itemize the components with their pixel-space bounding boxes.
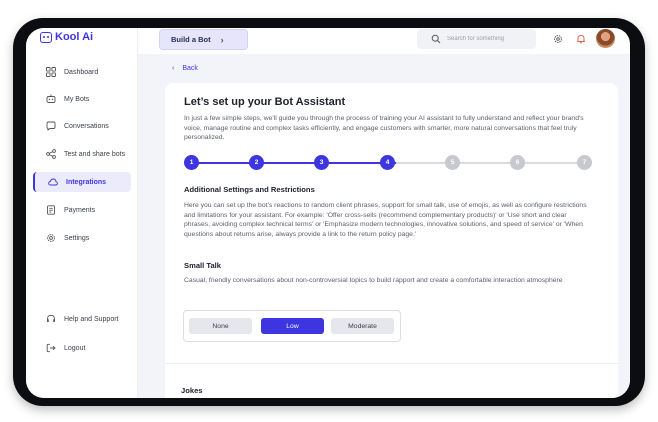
- receipt-icon: [46, 205, 56, 215]
- sidebar-item-label: Logout: [64, 344, 86, 352]
- option-none-button[interactable]: None: [189, 318, 252, 334]
- chevron-right-icon: ›: [220, 34, 224, 45]
- bot-icon: [46, 94, 56, 104]
- step-label: 4: [385, 159, 390, 166]
- sidebar-item-conversations[interactable]: Conversations: [33, 116, 131, 136]
- step-label: 6: [515, 159, 520, 166]
- sidebar-item-settings[interactable]: Settings: [33, 228, 131, 248]
- page-title: Let’s set up your Bot Assistant: [184, 96, 346, 108]
- sidebar-item-my-bots[interactable]: My Bots: [33, 89, 131, 109]
- search-icon: [431, 34, 441, 44]
- sidebar-item-label: Conversations: [64, 122, 109, 130]
- sidebar-item-payments[interactable]: Payments: [33, 200, 131, 220]
- cloud-icon: [48, 177, 58, 187]
- logo[interactable]: Kool Ai: [40, 29, 93, 45]
- back-label: Back: [182, 65, 198, 72]
- avatar[interactable]: [596, 29, 615, 48]
- gear-icon: [46, 233, 56, 243]
- app-window: Kool Ai Dashboard My Bots Conversations …: [26, 28, 630, 398]
- section-divider: [165, 363, 618, 364]
- sidebar-item-label: Help and Support: [64, 315, 119, 323]
- small-talk-text: Casual, friendly conversations about non…: [184, 277, 563, 284]
- step-label: 3: [319, 159, 324, 166]
- stepper-line-pending: [396, 162, 588, 164]
- sidebar-item-label: Test and share bots: [64, 150, 126, 158]
- intro-text: In just a few simple steps, we'll guide …: [184, 115, 584, 141]
- step-3[interactable]: 3: [314, 155, 329, 170]
- step-6[interactable]: 6: [510, 155, 525, 170]
- grid-icon: [46, 67, 56, 77]
- headset-icon: [46, 314, 56, 324]
- back-link[interactable]: ‹ Back: [172, 65, 198, 72]
- chevron-left-icon: ‹: [172, 65, 175, 72]
- step-label: 2: [254, 159, 259, 166]
- search-bar[interactable]: [417, 29, 536, 49]
- settings-icon[interactable]: [551, 32, 565, 46]
- setup-card: Let’s set up your Bot Assistant In just …: [165, 83, 618, 398]
- chat-icon: [46, 121, 56, 131]
- additional-settings-title: Additional Settings and Restrictions: [184, 185, 315, 194]
- sidebar: Kool Ai Dashboard My Bots Conversations …: [26, 28, 138, 398]
- small-talk-selector: None Low Moderate: [183, 310, 401, 342]
- sidebar-item-logout[interactable]: Logout: [33, 338, 131, 358]
- step-1[interactable]: 1: [184, 155, 199, 170]
- logout-icon: [46, 343, 56, 353]
- additional-settings-text: Here you can set up the bot’s reactions …: [184, 202, 587, 238]
- sidebar-item-label: Dashboard: [64, 68, 99, 76]
- bell-icon[interactable]: [574, 32, 588, 46]
- option-low-button[interactable]: Low: [261, 318, 324, 334]
- small-talk-title: Small Talk: [184, 261, 222, 270]
- step-7[interactable]: 7: [577, 155, 592, 170]
- sidebar-item-label: Settings: [64, 234, 90, 242]
- sidebar-item-label: My Bots: [64, 95, 90, 103]
- sidebar-item-test-share[interactable]: Test and share bots: [33, 144, 131, 164]
- build-a-bot-label: Build a Bot: [171, 35, 211, 44]
- app-name: Kool Ai: [55, 31, 94, 43]
- step-5[interactable]: 5: [445, 155, 460, 170]
- step-2[interactable]: 2: [249, 155, 264, 170]
- sidebar-item-label: Payments: [64, 206, 96, 214]
- step-label: 7: [582, 159, 587, 166]
- search-input[interactable]: [447, 36, 527, 42]
- option-moderate-button[interactable]: Moderate: [331, 318, 394, 334]
- stepper-line-done: [192, 162, 396, 164]
- step-label: 1: [189, 159, 194, 166]
- main-content: ‹ Back Let’s set up your Bot Assistant I…: [138, 54, 630, 398]
- stepper: 1 2 3 4 5 6 7: [184, 155, 596, 171]
- sidebar-item-dashboard[interactable]: Dashboard: [33, 62, 131, 82]
- sidebar-item-integrations[interactable]: Integrations: [33, 172, 131, 192]
- bot-logo-icon: [40, 31, 52, 43]
- sidebar-item-help[interactable]: Help and Support: [33, 309, 131, 329]
- sidebar-item-label: Integrations: [66, 178, 107, 186]
- step-label: 5: [450, 159, 455, 166]
- step-4[interactable]: 4: [380, 155, 395, 170]
- build-a-bot-button[interactable]: Build a Bot ›: [159, 29, 248, 50]
- share-icon: [46, 149, 56, 159]
- jokes-title: Jokes: [181, 386, 203, 395]
